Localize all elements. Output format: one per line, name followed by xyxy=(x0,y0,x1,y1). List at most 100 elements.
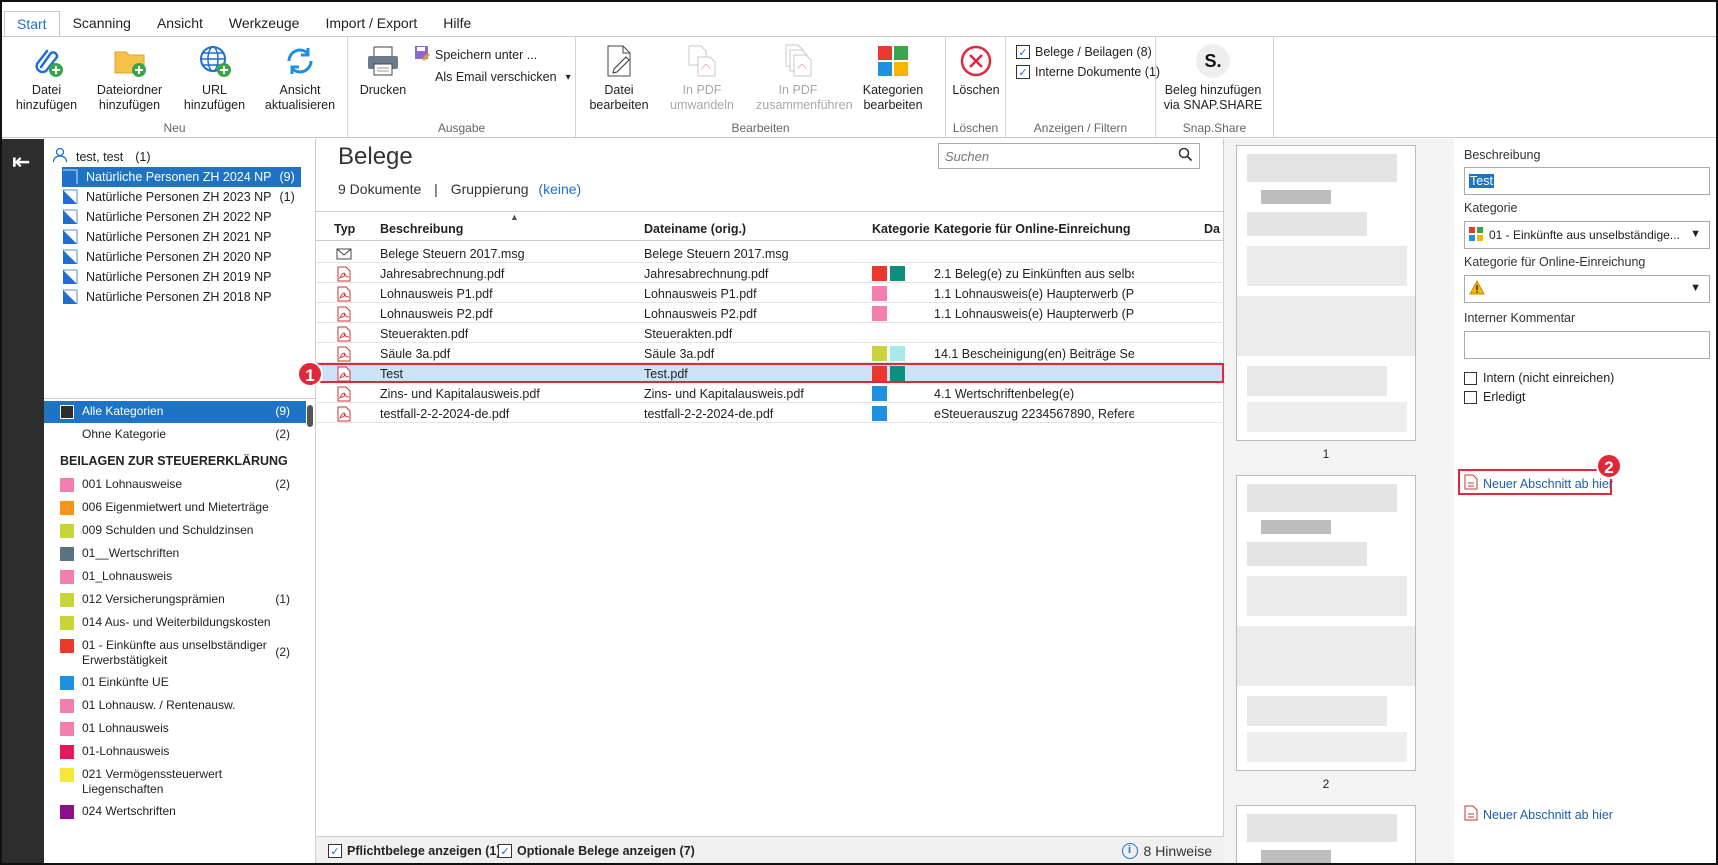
category-label-wrap: 021 Vermögenssteuerwert Liegenschaften xyxy=(82,767,222,797)
als-email-label: Als Email verschicken xyxy=(435,70,557,84)
search-icon[interactable] xyxy=(1178,147,1193,165)
tree-item-tax-year[interactable]: Natürliche Personen ZH 2024 NP (9) xyxy=(62,167,301,187)
category-item[interactable]: 021 Vermögenssteuerwert Liegenschaften xyxy=(44,767,306,799)
speichern-unter-label: Speichern unter ... xyxy=(435,47,538,62)
tab-import-export[interactable]: Import / Export xyxy=(312,10,430,36)
tree-item-tax-year[interactable]: Natürliche Personen ZH 2019 NP xyxy=(62,267,286,287)
category-item[interactable]: 006 Eigenmietwert und Mieterträge xyxy=(44,500,306,520)
column-kategorie[interactable]: Kategorie xyxy=(872,222,930,236)
tab-start[interactable]: Start xyxy=(4,11,60,37)
belege-beilagen-label: Belege / Beilagen (8) xyxy=(1035,45,1152,59)
tree-root-client[interactable]: test, test (1) xyxy=(52,147,151,166)
document-row[interactable]: Jahresabrechnung.pdf Jahresabrechnung.pdf… xyxy=(316,263,1224,283)
category-item[interactable]: 01-Lohnausweis xyxy=(44,744,306,764)
cell-online-einreichung: eSteuerauszug 2234567890, Referenzba... xyxy=(934,407,1134,421)
tree-root-count: (1) xyxy=(135,149,151,164)
category-item[interactable]: 01 Lohnausweis xyxy=(44,721,306,741)
checkmark-icon: ✓ xyxy=(1016,45,1030,59)
category-item[interactable]: 01 - Einkünfte aus unselbständiger Erwerb… xyxy=(44,638,306,670)
category-label-wrap: 01 Lohnausweis xyxy=(82,721,169,736)
search-input[interactable] xyxy=(945,148,1178,164)
document-row[interactable]: Zins- und Kapitalausweis.pdf Zins- und Ka… xyxy=(316,383,1224,403)
category-color-swatch xyxy=(60,745,74,759)
tree-item-tax-year[interactable]: Natürliche Personen ZH 2021 NP xyxy=(62,227,286,247)
ribbon-group-snapshare: S. Beleg hinzufügen via SNAP.SHARE Snap.… xyxy=(1156,37,1274,137)
category-item[interactable]: 009 Schulden und Schuldzinsen xyxy=(44,523,306,543)
tree-item-tax-year[interactable]: Natürliche Personen ZH 2023 NP (1) xyxy=(62,187,301,207)
collapse-panel-icon[interactable]: ⇤ xyxy=(12,149,30,175)
tab-scanning[interactable]: Scanning xyxy=(60,10,144,36)
tab-werkzeuge[interactable]: Werkzeuge xyxy=(216,10,313,36)
belege-beilagen-checkbox[interactable]: ✓ Belege / Beilagen (8) xyxy=(1016,45,1160,59)
document-row[interactable]: testfall-2-2-2024-de.pdf testfall-2-2-202… xyxy=(316,403,1224,423)
page-thumbnail-1[interactable] xyxy=(1236,145,1416,441)
category-label: 01 - Einkünfte aus unselbständiger xyxy=(82,638,267,652)
page-number-1: 1 xyxy=(1322,447,1330,461)
document-row[interactable]: Lohnausweis P1.pdf Lohnausweis P1.pdf 1.1 … xyxy=(316,283,1224,303)
beschreibung-input[interactable]: Test xyxy=(1464,167,1710,195)
category-item[interactable]: 001 Lohnausweise (2) xyxy=(44,477,306,497)
loeschen-label: Löschen xyxy=(952,83,1000,97)
cell-online-einreichung: 2.1 Beleg(e) zu Einkünften aus selbstän.… xyxy=(934,267,1134,281)
interne-dokumente-checkbox[interactable]: ✓ Interne Dokumente (1) xyxy=(1016,65,1160,79)
category-ohne-kategorie[interactable]: Ohne Kategorie (2) xyxy=(44,425,306,445)
intern-checkbox[interactable]: Intern (nicht einreichen) xyxy=(1464,371,1614,385)
category-label: 01-Lohnausweis xyxy=(82,744,170,758)
online-einreichung-label: Kategorie für Online-Einreichung xyxy=(1464,255,1646,269)
neuer-abschnitt-button-1[interactable]: Neuer Abschnitt ab hier xyxy=(1464,474,1613,493)
cell-beschreibung: Säule 3a.pdf xyxy=(380,347,451,361)
category-item[interactable]: 024 Wertschriften xyxy=(44,804,306,824)
document-row[interactable]: Test Test.pdf xyxy=(316,363,1224,383)
user-icon xyxy=(52,147,68,166)
category-item[interactable]: 01__Wertschriften xyxy=(44,546,306,566)
paperclip-add-icon xyxy=(27,41,67,81)
category-count: (9) xyxy=(275,404,290,418)
document-row[interactable]: Säule 3a.pdf Säule 3a.pdf 14.1 Bescheinigu… xyxy=(316,343,1224,363)
tab-hilfe[interactable]: Hilfe xyxy=(430,10,484,36)
page-preview-panel: 1 2 xyxy=(1224,139,1454,863)
search-box[interactable] xyxy=(938,143,1200,169)
column-typ[interactable]: Typ xyxy=(334,222,355,236)
document-row[interactable]: Steuerakten.pdf Steuerakten.pdf xyxy=(316,323,1224,343)
group-label-bearbeiten: Bearbeiten xyxy=(731,121,790,135)
document-row[interactable]: Lohnausweis P2.pdf Lohnausweis P2.pdf 1.1 … xyxy=(316,303,1224,323)
gruppierung-link[interactable]: (keine) xyxy=(538,181,581,197)
pflichtbelege-checkbox[interactable]: ✓ Pflichtbelege anzeigen (1) xyxy=(328,844,501,858)
tree-item-tax-year[interactable]: Natürliche Personen ZH 2020 NP xyxy=(62,247,286,267)
document-row[interactable]: Belege Steuern 2017.msg Belege Steuern 20… xyxy=(316,243,1224,263)
category-item[interactable]: 01 Lohnausw. / Rentenausw. xyxy=(44,698,306,718)
speichern-unter-button[interactable]: Speichern unter ... xyxy=(414,45,571,64)
category-item[interactable]: 01_Lohnausweis xyxy=(44,569,306,589)
kategorie-select[interactable]: 01 - Einkünfte aus unselbständige... ▼ xyxy=(1464,221,1710,249)
page-thumbnail-2[interactable] xyxy=(1236,475,1416,771)
categories-grid-icon xyxy=(873,41,913,81)
category-label: 01 Einkünfte UE xyxy=(82,675,169,689)
tree-item-tax-year[interactable]: Natürliche Personen ZH 2022 NP xyxy=(62,207,286,227)
optionale-belege-checkbox[interactable]: ✓ Optionale Belege anzeigen (7) xyxy=(498,844,695,858)
url-hinzufuegen-label: URL hinzufügen xyxy=(183,83,246,112)
tree-item-tax-year[interactable]: Natürliche Personen ZH 2018 NP xyxy=(62,287,286,307)
category-item[interactable]: 01 Einkünfte UE xyxy=(44,675,306,695)
category-label-wrap: 01 Lohnausw. / Rentenausw. xyxy=(82,698,235,713)
column-online-einreichung[interactable]: Kategorie für Online-Einreichung xyxy=(934,222,1131,236)
category-alle-kategorien[interactable]: Alle Kategorien (9) xyxy=(44,401,306,423)
erledigt-checkbox[interactable]: Erledigt xyxy=(1464,390,1525,404)
online-einreichung-select[interactable]: ▼ xyxy=(1464,275,1710,303)
column-beschreibung[interactable]: Beschreibung xyxy=(380,222,463,236)
category-item[interactable]: 012 Versicherungsprämien (1) xyxy=(44,592,306,612)
checkmark-icon: ✓ xyxy=(498,844,512,858)
column-datum[interactable]: Da xyxy=(1204,222,1220,236)
properties-panel: Beschreibung Test Kategorie 01 - Einkünf… xyxy=(1454,139,1716,863)
cell-beschreibung: testfall-2-2-2024-de.pdf xyxy=(380,407,510,421)
interner-kommentar-input[interactable] xyxy=(1464,331,1710,359)
category-scrollbar[interactable] xyxy=(307,405,313,427)
als-email-verschicken-button[interactable]: Als Email verschicken ▾ xyxy=(414,70,571,84)
neuer-abschnitt-button-2[interactable]: Neuer Abschnitt ab hier xyxy=(1464,805,1613,824)
table-header: ▲ Typ Beschreibung Dateiname (orig.) Kat… xyxy=(316,211,1224,241)
tab-ansicht[interactable]: Ansicht xyxy=(144,10,216,36)
column-dateiname[interactable]: Dateiname (orig.) xyxy=(644,222,746,236)
hinweise-link[interactable]: i 8 Hinweise xyxy=(1121,843,1212,859)
category-item[interactable]: 014 Aus- und Weiterbildungskosten xyxy=(44,615,306,635)
tax-form-icon xyxy=(62,249,78,265)
page-thumbnail-3[interactable] xyxy=(1236,805,1416,863)
